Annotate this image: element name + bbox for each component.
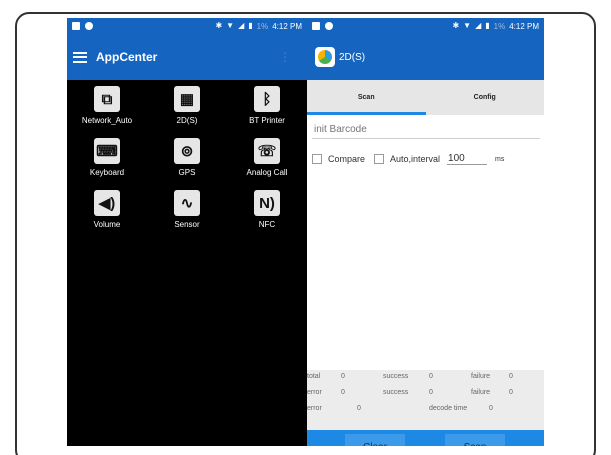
signal-icon: ◢ xyxy=(475,21,482,30)
error-label: error xyxy=(307,389,322,396)
status-time: 4:12 PM xyxy=(509,21,539,31)
app-gps[interactable]: ⊚ GPS xyxy=(147,138,227,180)
tab-bar: Scan Config xyxy=(307,80,544,115)
total-value: 0 xyxy=(341,373,345,380)
app-volume[interactable]: ◀) Volume xyxy=(67,190,147,232)
app-label: Sensor xyxy=(174,220,200,229)
total-label: total xyxy=(307,373,321,380)
notification-icon xyxy=(85,22,93,30)
battery-icon: ▮ xyxy=(485,21,490,30)
app-title: AppCenter xyxy=(96,50,158,64)
scan-options: Compare Auto,interval 100 ms xyxy=(312,150,540,168)
interval-input[interactable]: 100 xyxy=(447,153,488,165)
scan-statistics: total 0 success 0 failure 0 error 0 succ… xyxy=(307,370,544,430)
compare-checkbox[interactable] xyxy=(312,154,322,164)
success-label: success xyxy=(383,373,409,380)
failure-value: 0 xyxy=(509,373,513,380)
battery-percent: 1% xyxy=(493,21,506,31)
stats-row: error 0 success 0 failure 0 xyxy=(307,389,544,401)
interval-unit: ms xyxy=(495,155,505,163)
app-grid: ⧉ Network_Auto ▦ 2D(S) ᛒ BT Printer ⌨ Ke… xyxy=(67,86,307,232)
status-bar: ✱ ▼ ◢ ▮ 1% 4:12 PM xyxy=(67,18,307,34)
stats-row: total 0 success 0 failure 0 xyxy=(307,373,544,385)
decode-time-value: 0 xyxy=(489,405,493,412)
app-label: 2D(S) xyxy=(176,116,198,125)
scan-button[interactable]: Scan xyxy=(445,434,505,446)
app-label: GPS xyxy=(178,168,196,177)
app-2ds[interactable]: ▦ 2D(S) xyxy=(147,86,227,128)
app-label: Analog Call xyxy=(246,168,288,177)
menu-icon[interactable] xyxy=(73,51,87,63)
keyboard-icon: ⌨ xyxy=(94,138,120,164)
clear-button[interactable]: Clear xyxy=(345,434,405,446)
error-value: 0 xyxy=(341,389,345,396)
lock-icon xyxy=(72,22,80,30)
failure-label: failure xyxy=(471,373,491,380)
wifi-icon: ▼ xyxy=(463,21,472,30)
app-nfc[interactable]: N) NFC xyxy=(227,190,307,232)
auto-interval-label: Auto,interval xyxy=(390,154,441,164)
phone-icon: ☏ xyxy=(254,138,280,164)
nfc-icon: N) xyxy=(254,190,280,216)
success-label: success xyxy=(383,389,409,396)
stats-row: error 0 decode time 0 xyxy=(307,405,544,417)
signal-icon: ◢ xyxy=(238,21,245,30)
scan-app-screen: ✱ ▼ ◢ ▮ 1% 4:12 PM 2D(S) Scan Config Com… xyxy=(307,18,544,446)
status-time: 4:12 PM xyxy=(272,21,302,31)
app-analog-call[interactable]: ☏ Analog Call xyxy=(227,138,307,180)
app-label: Volume xyxy=(93,220,121,229)
auto-interval-checkbox[interactable] xyxy=(374,154,385,164)
network-icon: ⧉ xyxy=(94,86,120,112)
app-bt-printer[interactable]: ᛒ BT Printer xyxy=(227,86,307,128)
app-sensor[interactable]: ∿ Sensor xyxy=(147,190,227,232)
battery-icon: ▮ xyxy=(248,21,253,30)
failure-value: 0 xyxy=(509,389,513,396)
app-label: Keyboard xyxy=(89,168,125,177)
app-logo-icon xyxy=(315,47,335,67)
app-keyboard[interactable]: ⌨ Keyboard xyxy=(67,138,147,180)
app-network-auto[interactable]: ⧉ Network_Auto xyxy=(67,86,147,128)
qr-code-icon: ▦ xyxy=(174,86,200,112)
error-value: 0 xyxy=(357,405,361,412)
battery-percent: 1% xyxy=(256,21,269,31)
status-bar: ✱ ▼ ◢ ▮ 1% 4:12 PM xyxy=(307,18,544,34)
app-label: BT Printer xyxy=(249,116,285,125)
overflow-menu-icon[interactable]: ⋮ xyxy=(279,50,291,64)
app-title: 2D(S) xyxy=(339,51,366,63)
app-label: Network_Auto xyxy=(81,116,133,125)
success-value: 0 xyxy=(429,373,433,380)
wifi-icon: ▼ xyxy=(226,21,235,30)
barcode-input[interactable] xyxy=(312,121,540,139)
bluetooth-status-icon: ✱ xyxy=(215,21,223,30)
app-label: NFC xyxy=(258,220,276,229)
sensor-icon: ∿ xyxy=(174,190,200,216)
error-label: error xyxy=(307,405,322,412)
compare-label: Compare xyxy=(328,154,366,164)
tab-config[interactable]: Config xyxy=(426,80,545,115)
app-bar: AppCenter ⋮ xyxy=(67,34,307,80)
bluetooth-status-icon: ✱ xyxy=(452,21,460,30)
failure-label: failure xyxy=(471,389,491,396)
image-icon xyxy=(312,22,320,30)
action-bar: Clear Scan xyxy=(307,430,544,446)
bluetooth-icon: ᛒ xyxy=(254,86,280,112)
notification-icon xyxy=(325,22,333,30)
app-center-screen: ✱ ▼ ◢ ▮ 1% 4:12 PM AppCenter ⋮ ⧉ Network… xyxy=(67,18,307,446)
success-value: 0 xyxy=(429,389,433,396)
tab-scan[interactable]: Scan xyxy=(307,80,426,115)
app-bar: 2D(S) xyxy=(307,34,544,80)
decode-time-label: decode time xyxy=(429,405,468,412)
satellite-icon: ⊚ xyxy=(174,138,200,164)
volume-icon: ◀) xyxy=(94,190,120,216)
